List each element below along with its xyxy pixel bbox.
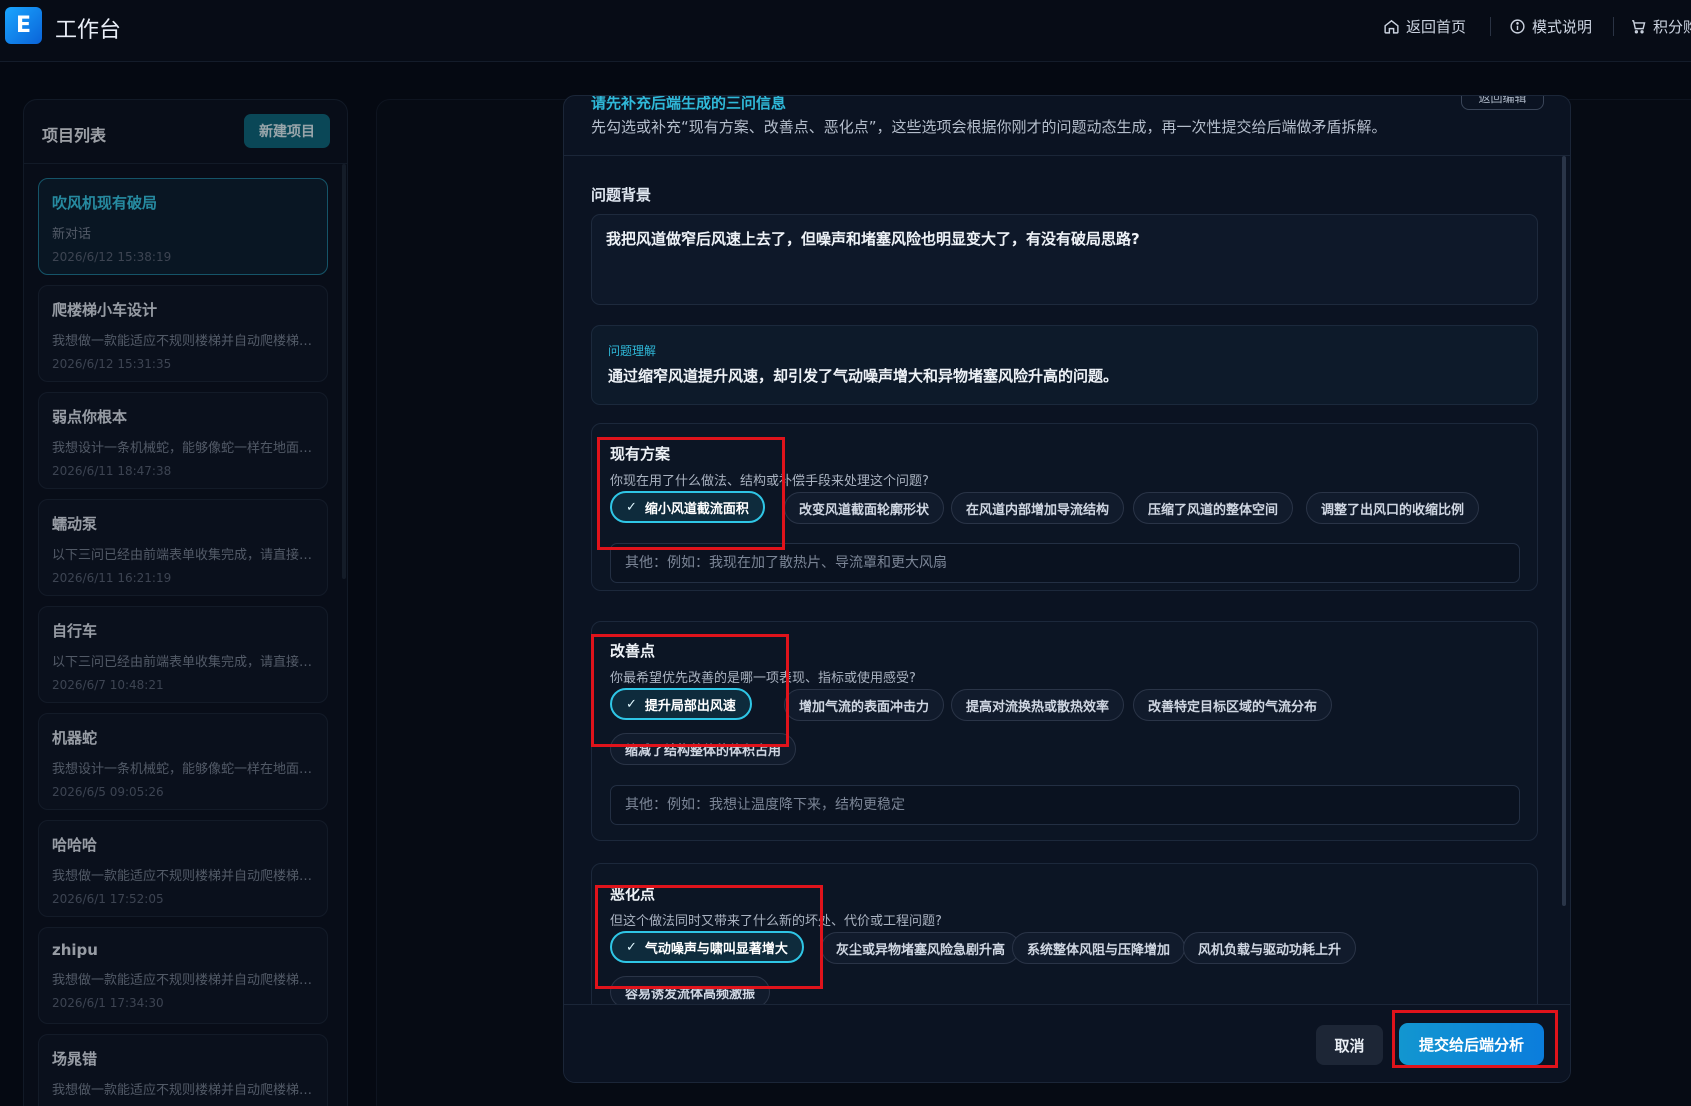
option-chip[interactable]: 系统整体风阻与压降增加 (1012, 932, 1186, 964)
home-icon (1384, 19, 1399, 34)
nav-points-label: 积分购 (1653, 18, 1691, 36)
nav-mode[interactable]: 模式说明 (1509, 16, 1592, 37)
background-text: 我把风道做窄后风速上去了，但噪声和堵塞风险也明显变大了，有没有破局思路? (591, 214, 1538, 305)
nav-home[interactable]: 返回首页 (1383, 16, 1466, 37)
highlight-box (1392, 1010, 1558, 1068)
understanding-box: 问题理解 通过缩窄风道提升风速，却引发了气动噪声增大和异物堵塞风险升高的问题。 (591, 325, 1538, 405)
highlight-box (597, 437, 785, 550)
modal-subtitle: 请先补充后端生成的三问信息 (591, 95, 787, 112)
option-chip[interactable]: 提高对流换热或散热效率 (951, 689, 1125, 721)
app-logo[interactable]: E (5, 7, 42, 44)
modal-body: 问题背景 我把风道做窄后风速上去了，但噪声和堵塞风险也明显变大了，有没有破局思路… (591, 156, 1541, 1011)
cart-icon (1632, 20, 1646, 34)
option-chip[interactable]: 风机负载与驱动功耗上升 (1183, 932, 1357, 964)
option-chip[interactable]: 在风道内部增加导流结构 (951, 492, 1125, 524)
option-chip[interactable]: 增加气流的表面冲击力 (784, 689, 945, 721)
understanding-label: 问题理解 (608, 344, 657, 358)
nav-points[interactable]: 积分购 (1630, 16, 1691, 37)
nav-mode-label: 模式说明 (1532, 18, 1593, 36)
highlight-box (591, 634, 789, 747)
highlight-box (595, 885, 823, 989)
improve-other-input[interactable] (610, 785, 1520, 825)
modal-hint: 先勾选或补充“现有方案、改善点、恶化点”，这些选项会根据你刚才的问题动态生成，再… (591, 118, 1387, 136)
nav-divider (1490, 17, 1491, 36)
cancel-button[interactable]: 取消 (1316, 1025, 1383, 1065)
option-chip[interactable]: 压缩了风道的整体空间 (1133, 492, 1294, 524)
understanding-text: 通过缩窄风道提升风速，却引发了气动噪声增大和异物堵塞风险升高的问题。 (608, 367, 1119, 385)
background-label: 问题背景 (591, 186, 652, 204)
nav-home-label: 返回首页 (1406, 18, 1467, 36)
option-chip[interactable]: 改变风道截面轮廓形状 (784, 492, 945, 524)
app-title: 工作台 (55, 18, 122, 43)
back-to-edit-button[interactable]: 返回编辑 (1461, 96, 1544, 110)
top-bar: E 工作台 返回首页 模式说明 积分购 (0, 0, 1691, 62)
nav-divider (1613, 17, 1614, 36)
option-chip[interactable]: 调整了出风口的收缩比例 (1306, 492, 1480, 524)
info-icon (1510, 19, 1525, 34)
option-chip[interactable]: 改善特定目标区域的气流分布 (1133, 689, 1333, 721)
option-chip[interactable]: 灰尘或异物堵塞风险急剧升高 (821, 932, 1021, 964)
modal-scrollbar[interactable] (1562, 156, 1566, 906)
modal-header: 请先补充后端生成的三问信息 返回编辑 先勾选或补充“现有方案、改善点、恶化点”，… (564, 96, 1570, 156)
